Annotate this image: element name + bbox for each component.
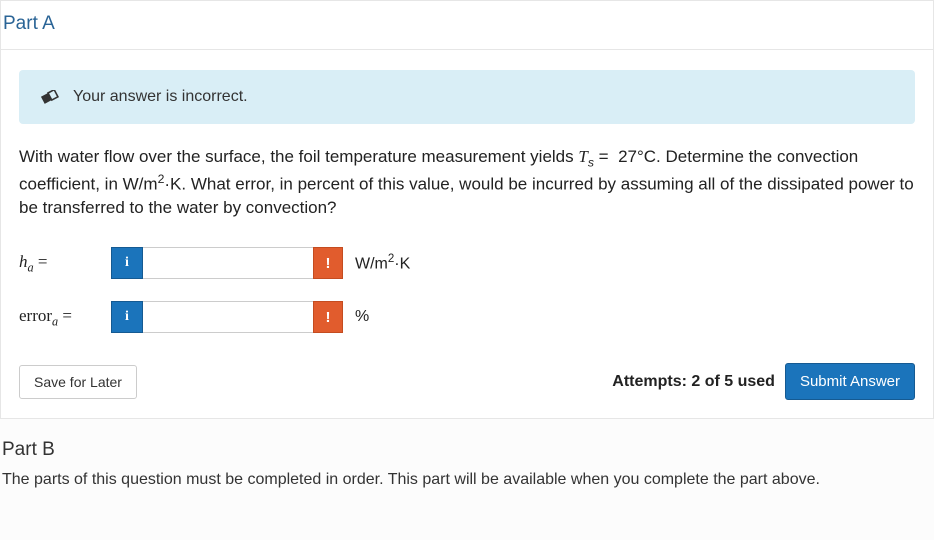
error-indicator-ha: ! [313, 247, 343, 279]
submit-answer-button[interactable]: Submit Answer [785, 363, 915, 400]
error-indicator-error: ! [313, 301, 343, 333]
feedback-alert: Your answer is incorrect. [19, 70, 915, 124]
unit-error: % [355, 308, 369, 326]
part-b-message: The parts of this question must be compl… [2, 471, 932, 489]
error-input[interactable] [143, 301, 313, 333]
ha-input[interactable] [143, 247, 313, 279]
answer-label-error: errora = [19, 306, 111, 329]
part-a-title: Part A [1, 13, 933, 35]
question-text: With water flow over the surface, the fo… [19, 146, 915, 219]
feedback-text: Your answer is incorrect. [73, 88, 248, 106]
answer-row-ha: ha = i ! W/m2·K [19, 247, 915, 279]
unit-ha: W/m2·K [355, 253, 410, 273]
answer-label-ha: ha = [19, 252, 111, 275]
info-button-error[interactable]: i [111, 301, 143, 333]
answer-row-error: errora = i ! % [19, 301, 915, 333]
eraser-icon [39, 90, 57, 104]
save-for-later-button[interactable]: Save for Later [19, 365, 137, 399]
part-b-title: Part B [2, 439, 932, 461]
info-button-ha[interactable]: i [111, 247, 143, 279]
attempts-text: Attempts: 2 of 5 used [612, 373, 775, 391]
